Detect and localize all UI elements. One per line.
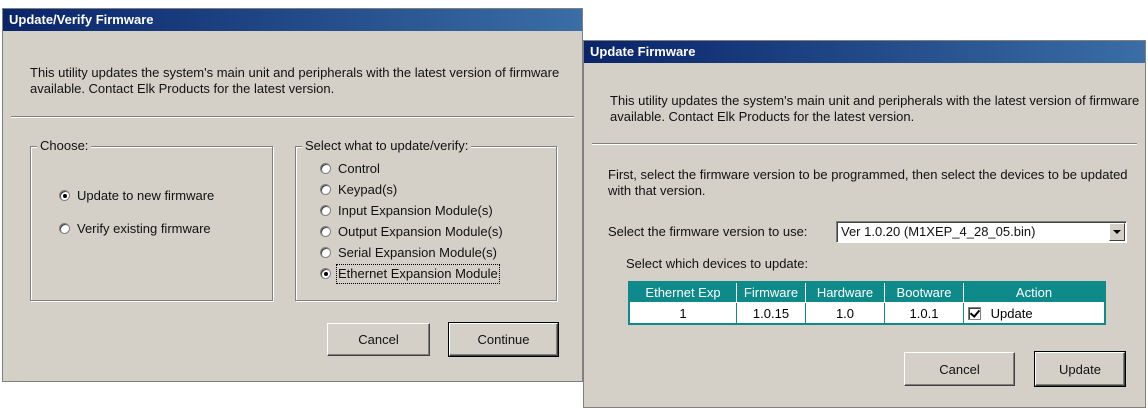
update-checkbox-label: Update: [990, 305, 1033, 321]
update-checkbox[interactable]: [968, 306, 981, 320]
chevron-down-icon: [1113, 230, 1121, 234]
update-verify-firmware-dialog: Update/Verify Firmware This utility upda…: [2, 8, 583, 382]
radio-selected-indicator: [59, 190, 70, 201]
dialog-title: Update/Verify Firmware: [9, 12, 154, 27]
cancel-button[interactable]: Cancel: [327, 323, 430, 356]
table-header-row: Ethernet Exp Firmware Hardware Bootware …: [628, 281, 1106, 303]
cell-firmware: 1.0.15: [736, 302, 806, 325]
radio-indicator: [320, 247, 331, 258]
radio-indicator: [320, 184, 331, 195]
cell-hardware: 1.0: [805, 302, 885, 325]
radio-selected-indicator: [320, 268, 331, 279]
devices-table: Ethernet Exp Firmware Hardware Bootware …: [628, 281, 1106, 325]
dialog-title-bar: Update Firmware: [584, 41, 1145, 63]
col-header-action: Action: [963, 281, 1106, 303]
table-row: 1 1.0.15 1.0 1.0.1 Update: [628, 302, 1106, 325]
dialog-title: Update Firmware: [590, 44, 696, 59]
cancel-button[interactable]: Cancel: [904, 352, 1015, 386]
firmware-version-value: Ver 1.0.20 (M1XEP_4_28_05.bin): [841, 224, 1036, 239]
col-header-firmware: Firmware: [736, 281, 806, 303]
col-header-ethernet-exp: Ethernet Exp: [628, 281, 737, 303]
radio-indicator: [59, 223, 70, 234]
radio-indicator: [320, 163, 331, 174]
dialog-title-bar: Update/Verify Firmware: [3, 9, 582, 31]
continue-button[interactable]: Continue: [448, 322, 559, 357]
col-header-bootware: Bootware: [884, 281, 964, 303]
utility-description: This utility updates the system's main u…: [610, 93, 1140, 124]
dropdown-button[interactable]: [1109, 223, 1125, 241]
cell-device: 1: [628, 302, 737, 325]
update-button[interactable]: Update: [1034, 351, 1126, 387]
cell-action: Update: [963, 302, 1106, 325]
devices-label: Select which devices to update:: [626, 256, 809, 271]
cell-bootware: 1.0.1: [884, 302, 964, 325]
instruction-text: First, select the firmware version to be…: [608, 167, 1128, 198]
separator: [11, 116, 574, 118]
separator: [592, 143, 1137, 145]
update-firmware-dialog: Update Firmware This utility updates the…: [583, 40, 1146, 408]
col-header-hardware: Hardware: [805, 281, 885, 303]
radio-indicator: [320, 226, 331, 237]
select-target-label: Select what to update/verify:: [302, 138, 472, 154]
utility-description: This utility updates the system's main u…: [30, 65, 560, 96]
firmware-version-label: Select the firmware version to use:: [608, 224, 808, 239]
firmware-version-select[interactable]: Ver 1.0.20 (M1XEP_4_28_05.bin): [836, 221, 1127, 243]
choose-label: Choose:: [37, 138, 92, 154]
radio-indicator: [320, 205, 331, 216]
